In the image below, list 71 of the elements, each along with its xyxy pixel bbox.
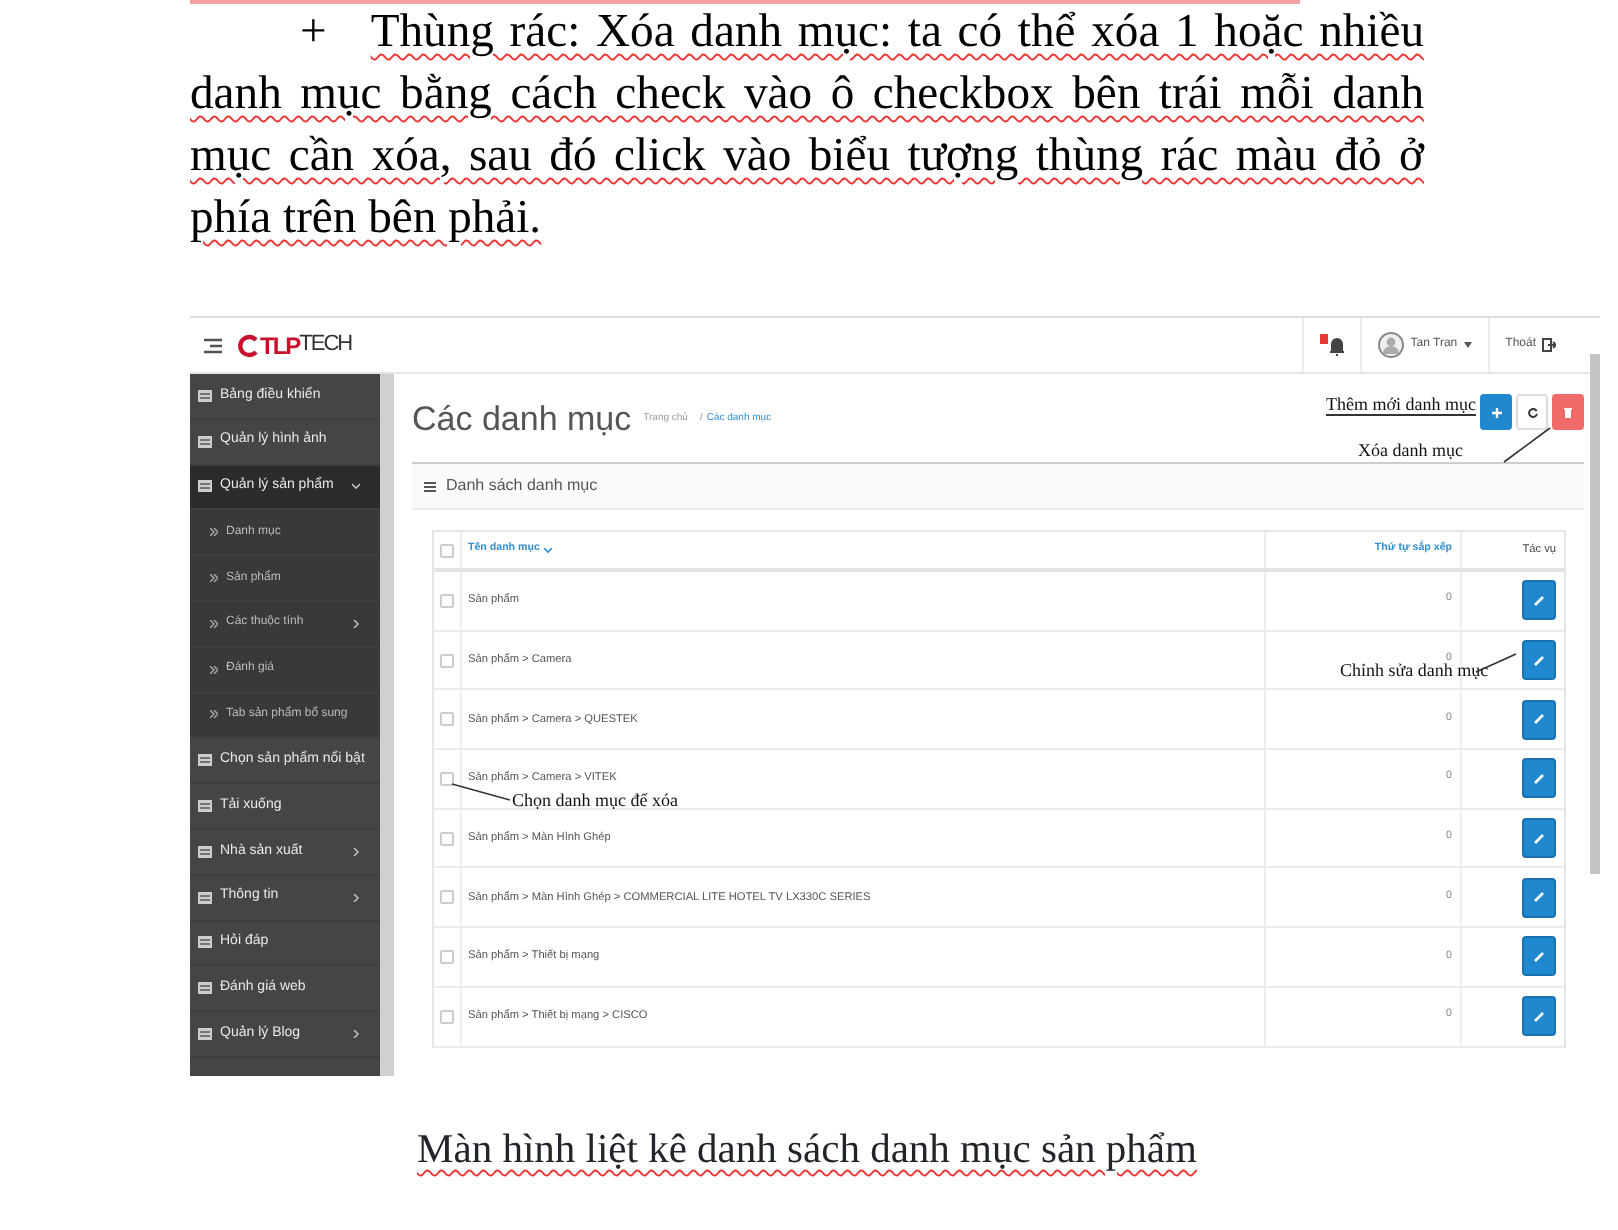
- callout-text: Chọn danh mục để xóa: [512, 792, 678, 810]
- row-checkbox[interactable]: [440, 653, 454, 668]
- chevron-down-icon: [352, 482, 360, 491]
- edit-button[interactable]: [1522, 996, 1556, 1037]
- refresh-button[interactable]: [1516, 394, 1548, 430]
- row-checkbox[interactable]: [440, 771, 454, 786]
- logo-text: TLP: [260, 329, 300, 363]
- edit-button[interactable]: [1522, 758, 1556, 799]
- grid-icon: [198, 754, 212, 767]
- notification-bell-icon[interactable]: [1320, 334, 1345, 356]
- pencil-icon: [1534, 595, 1544, 606]
- row-checkbox[interactable]: [440, 831, 454, 846]
- pencil-icon: [1534, 655, 1544, 666]
- row-checkbox[interactable]: [440, 1009, 454, 1024]
- scrollbar[interactable]: [1590, 354, 1600, 874]
- pencil-icon: [1534, 1011, 1544, 1022]
- grid-icon: [198, 800, 212, 813]
- edit-button[interactable]: [1522, 640, 1556, 681]
- edit-button[interactable]: [1522, 818, 1556, 859]
- list-icon: [424, 481, 436, 491]
- row-checkbox[interactable]: [440, 712, 454, 727]
- edit-button[interactable]: [1522, 580, 1556, 621]
- callout-text: Thêm mới danh mục: [1326, 396, 1476, 416]
- grid-icon: [198, 389, 212, 402]
- grid-icon: [198, 891, 212, 904]
- callout-text: Xóa danh mục: [1358, 442, 1463, 460]
- double-chevron-icon: [210, 665, 218, 674]
- add-button[interactable]: [1480, 394, 1512, 430]
- chevron-right-icon: [352, 893, 360, 902]
- row-checkbox[interactable]: [440, 593, 454, 608]
- panel-title: Danh sách danh mục: [446, 474, 598, 498]
- avatar-icon: [1378, 332, 1405, 358]
- plus-icon: [1491, 407, 1501, 417]
- chevron-right-icon: [352, 619, 360, 628]
- edit-button[interactable]: [1522, 699, 1556, 740]
- grid-icon: [198, 982, 212, 995]
- edit-button[interactable]: [1522, 877, 1556, 918]
- logo-ring-icon: [238, 333, 260, 357]
- grid-icon: [198, 435, 212, 448]
- logo-text: TECH: [299, 330, 352, 361]
- select-all-checkbox[interactable]: [440, 543, 454, 557]
- menu-icon[interactable]: [204, 337, 222, 353]
- grid-icon: [198, 845, 212, 858]
- grid-icon: [198, 1028, 212, 1041]
- row-checkbox[interactable]: [440, 949, 454, 964]
- page-title: Các danh mục: [412, 398, 632, 443]
- figure-caption: Màn hình liệt kê danh sách danh mục sản phẩm: [417, 1128, 1197, 1172]
- pencil-icon: [1534, 951, 1544, 962]
- edit-button[interactable]: [1522, 936, 1556, 977]
- logout-icon: [1542, 338, 1556, 352]
- grid-icon: [198, 480, 212, 493]
- sort-caret-icon: [543, 547, 552, 553]
- pencil-icon: [1534, 833, 1544, 844]
- caret-icon: [1463, 342, 1472, 348]
- leader-line: [452, 784, 510, 800]
- pencil-icon: [1534, 892, 1544, 903]
- refresh-icon: [1527, 407, 1537, 417]
- double-chevron-icon: [210, 619, 218, 628]
- row-checkbox[interactable]: [440, 890, 454, 905]
- paragraph: + Thùng rác: Xóa danh mục: ta có thể xóa 1 hoặc nhiều danh mục bằng cách check vào ô checkbox bên trái mỗi danh mục cần xóa, sau đó click vào biểu tượng thùng rác màu đỏ ở phía trên bên phải.: [190, 4, 1424, 248]
- trash-icon: [1564, 407, 1572, 417]
- callout-text: Chỉnh sửa danh mục: [1340, 662, 1489, 680]
- grid-icon: [198, 936, 212, 949]
- pencil-icon: [1534, 773, 1544, 784]
- pencil-icon: [1534, 714, 1544, 725]
- chevron-right-icon: [352, 1030, 360, 1039]
- leader-line: [1504, 428, 1550, 462]
- double-chevron-icon: [210, 574, 218, 583]
- double-chevron-icon: [210, 710, 218, 719]
- chevron-right-icon: [352, 847, 360, 856]
- double-chevron-icon: [210, 528, 218, 537]
